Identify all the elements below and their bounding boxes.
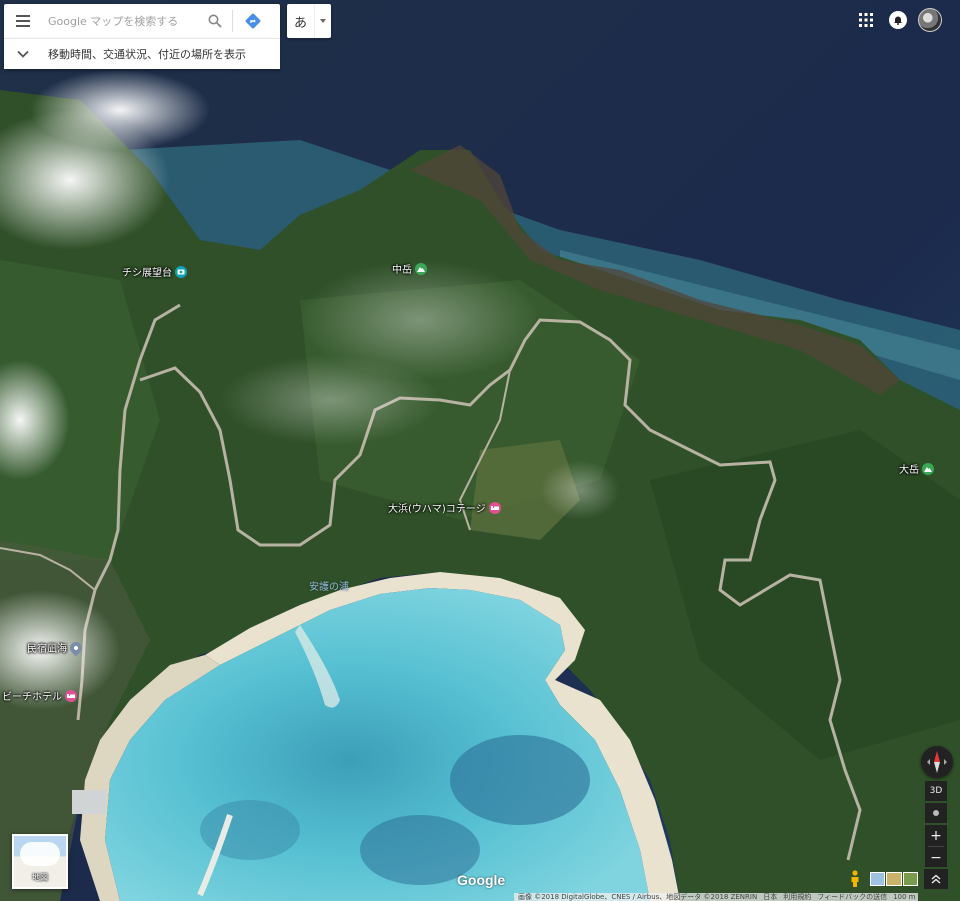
cloud-2 xyxy=(30,70,210,150)
input-method-selector[interactable]: あ xyxy=(287,4,331,38)
search-input[interactable] xyxy=(42,6,202,36)
imagery-attribution: 画像 ©2018 DigitalGlobe、CNES / Airbus、地図デー… xyxy=(518,893,758,901)
attribution-bar: 画像 ©2018 DigitalGlobe、CNES / Airbus、地図デー… xyxy=(514,893,918,901)
place-label: ビーチホテル xyxy=(2,692,62,703)
location-pin-icon xyxy=(67,639,85,656)
google-logo: Google xyxy=(457,872,506,888)
water-label-anso-bay: 安護の浦 xyxy=(309,582,349,593)
bed-icon xyxy=(488,501,501,514)
expand-icon[interactable] xyxy=(924,869,948,889)
place-label: 大浜(ウハマ)コテージ xyxy=(388,504,486,515)
my-location-button[interactable] xyxy=(925,803,947,823)
directions-icon[interactable] xyxy=(237,4,269,38)
search-icon[interactable] xyxy=(202,4,228,38)
imagery-thumb-1 xyxy=(870,872,886,886)
place-uhama-cottage[interactable]: 大浜(ウハマ)コテージ xyxy=(388,500,501,515)
place-beach-hotel[interactable]: ビーチホテル xyxy=(2,688,77,703)
terms-link[interactable]: 利用規約 xyxy=(783,893,811,901)
mountain-icon xyxy=(415,262,427,275)
notifications-bell-icon[interactable] xyxy=(889,11,907,29)
reef-dark-1 xyxy=(450,735,590,825)
camera-icon xyxy=(175,265,187,278)
place-chishi-observatory[interactable]: チシ展望台 xyxy=(122,264,187,279)
chevron-down-icon xyxy=(4,50,42,58)
pegman-icon[interactable] xyxy=(848,870,862,888)
place-label: 中岳 xyxy=(392,265,412,276)
search-divider xyxy=(232,10,233,32)
minimap-cloud xyxy=(20,842,60,866)
region-link[interactable]: 日本 xyxy=(763,893,777,901)
caret-down-icon xyxy=(314,4,331,38)
map-type-switch[interactable]: 地図 xyxy=(12,834,68,889)
compass-icon[interactable] xyxy=(921,746,953,778)
mountain-icon xyxy=(922,462,934,475)
feedback-link[interactable]: フィードバックの送信 xyxy=(817,893,887,901)
map-type-label: 地図 xyxy=(32,873,48,882)
suggestion-text: 移動時間、交通状況、付近の場所を表示 xyxy=(48,48,246,61)
imagery-thumb-3 xyxy=(902,872,918,886)
search-box xyxy=(4,4,280,38)
place-label: 民宿凪海 xyxy=(27,644,67,655)
place-minshuku-nagimi[interactable]: 民宿凪海 xyxy=(27,639,85,656)
satellite-map[interactable] xyxy=(0,0,960,901)
scale-label[interactable]: 100 m xyxy=(893,893,915,901)
bed-icon xyxy=(65,689,77,702)
apps-grid-icon[interactable] xyxy=(858,12,874,28)
harbor-building xyxy=(72,790,106,814)
imagery-thumb-2 xyxy=(886,872,902,886)
avatar[interactable] xyxy=(918,8,942,32)
zoom-controls: + − xyxy=(925,825,947,867)
place-oodake[interactable]: 大岳 xyxy=(899,461,934,476)
zoom-in-button[interactable]: + xyxy=(925,825,947,846)
input-method-label: あ xyxy=(293,15,307,31)
place-label: チシ展望台 xyxy=(122,268,172,279)
cloud-5 xyxy=(540,460,620,520)
tilt-3d-button[interactable]: 3D xyxy=(925,781,947,801)
place-label: 大岳 xyxy=(899,465,919,476)
cloud-7 xyxy=(300,260,540,380)
imagery-thumbnails[interactable] xyxy=(870,872,918,886)
menu-icon[interactable] xyxy=(4,4,42,38)
location-dot-icon xyxy=(933,810,939,816)
zoom-out-button[interactable]: − xyxy=(925,847,947,868)
place-nakadake[interactable]: 中岳 xyxy=(392,261,427,276)
suggestion-bar[interactable]: 移動時間、交通状況、付近の場所を表示 xyxy=(4,38,280,69)
